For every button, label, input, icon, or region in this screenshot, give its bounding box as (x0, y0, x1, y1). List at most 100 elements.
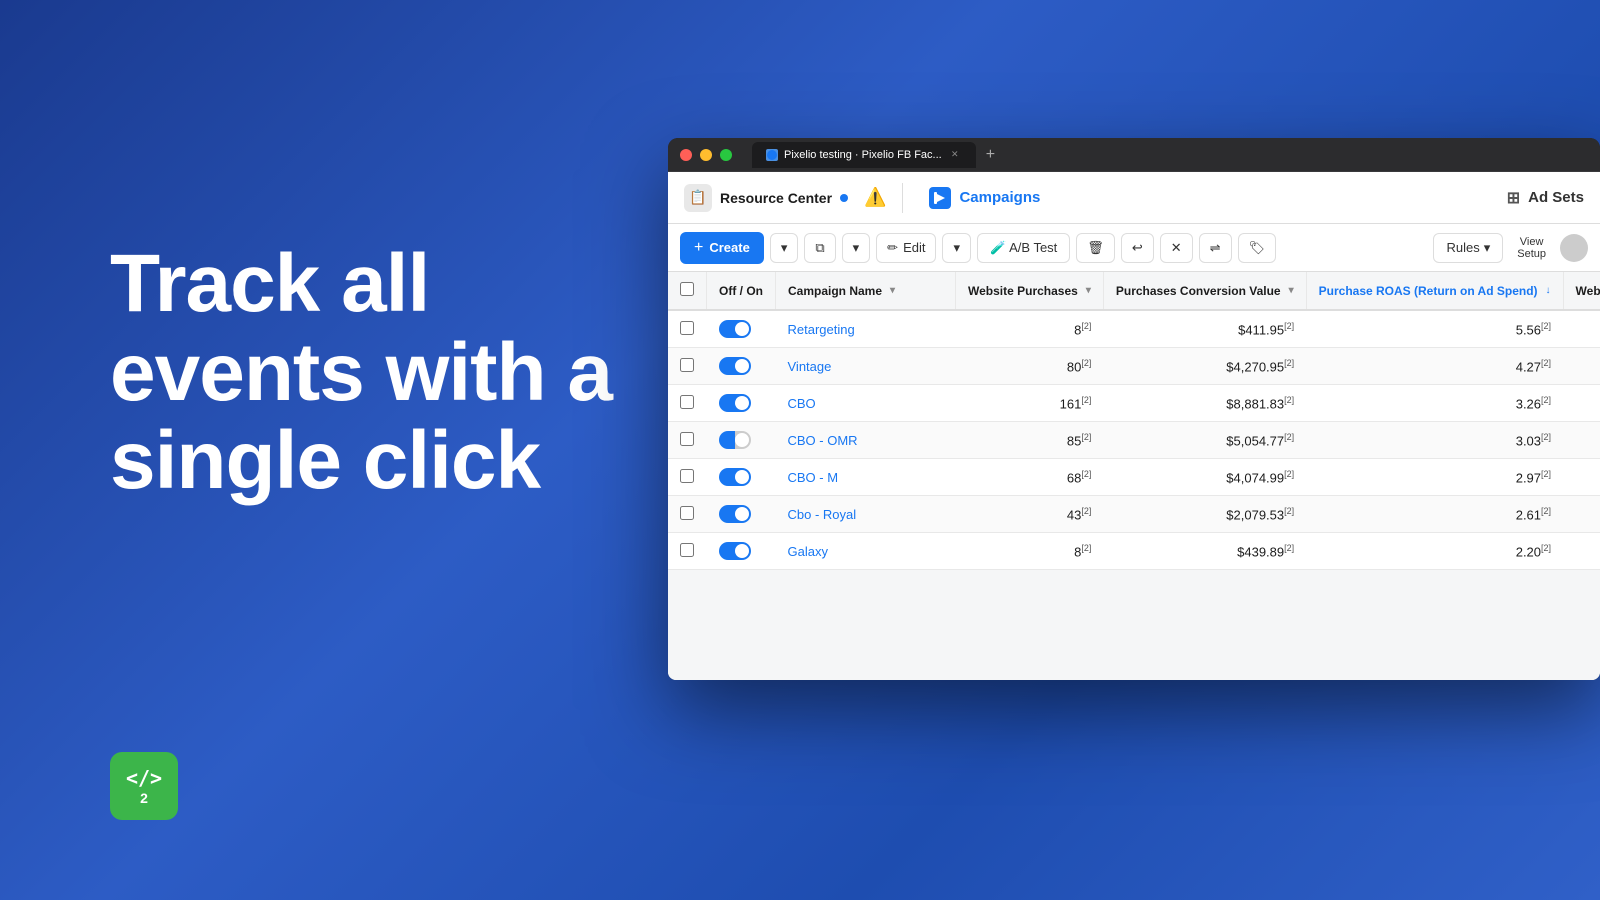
toggle-switch[interactable] (719, 320, 751, 338)
row-toggle-cell (707, 422, 776, 459)
toggle-switch[interactable] (719, 394, 751, 412)
edit-dropdown-button[interactable]: ▾ (942, 233, 971, 263)
row-toggle-cell (707, 310, 776, 348)
table-row: Vintage 80[2] $4,270.95[2] 4.27[2] $4,27 (668, 348, 1600, 385)
campaign-link[interactable]: CBO (788, 396, 816, 411)
conv-value-cell: $8,881.83[2] (1103, 385, 1306, 422)
app-content: 📋 Resource Center ⚠️ Campaigns ⊞ Ad Sets (668, 172, 1600, 680)
website-purchases-cell: 68[2] (956, 459, 1104, 496)
resource-center[interactable]: 📋 Resource Center (684, 184, 848, 212)
conv-value: $8,881.83 (1226, 396, 1284, 411)
toggle-switch[interactable] (719, 357, 751, 375)
campaigns-button[interactable]: Campaigns (919, 181, 1050, 215)
campaign-link[interactable]: CBO - M (788, 470, 839, 485)
select-all-checkbox[interactable] (680, 282, 694, 296)
header-roas[interactable]: Purchase ROAS (Return on Ad Spend) ↓ (1306, 272, 1563, 310)
campaign-link[interactable]: Retargeting (788, 322, 855, 337)
header-website-conv[interactable]: Website Purchases Conversion _ (1563, 272, 1600, 310)
new-tab-button[interactable]: + (980, 146, 1001, 164)
grid-icon: ⊞ (1507, 188, 1520, 208)
delete-button[interactable]: ✕ (1160, 233, 1193, 263)
row-checkbox[interactable] (680, 395, 694, 409)
row-checkbox-cell (668, 385, 707, 422)
tab-favicon (766, 149, 778, 161)
toggle-switch[interactable] (719, 542, 751, 560)
conv-value-cell: $5,054.77[2] (1103, 422, 1306, 459)
row-checkbox[interactable] (680, 469, 694, 483)
row-checkbox[interactable] (680, 432, 694, 446)
duplicate-button[interactable]: ⧉ (804, 233, 835, 263)
campaign-name-cell: Retargeting (776, 310, 956, 348)
more-button[interactable]: ▾ (842, 233, 871, 263)
roas-value: 2.97 (1516, 470, 1541, 485)
active-tab[interactable]: Pixelio testing · Pixelio FB Fac... ✕ (752, 142, 976, 168)
create-dropdown-button[interactable]: ▾ (770, 233, 799, 263)
conv-value-cell: $439.89[2] (1103, 533, 1306, 570)
table-body: Retargeting 8[2] $411.95[2] 5.56[2] $41 … (668, 310, 1600, 570)
campaign-link[interactable]: Vintage (788, 359, 832, 374)
conv-value-cell: $411.95[2] (1103, 310, 1306, 348)
logo-number: 2 (140, 790, 148, 806)
notification-dot (840, 194, 848, 202)
table-row: CBO 161[2] $8,881.83[2] 3.26[2] $8,88 (668, 385, 1600, 422)
minimize-button[interactable] (700, 149, 712, 161)
website-conv-cell: $43 (1563, 533, 1600, 570)
row-toggle-cell (707, 385, 776, 422)
header-website-purchases[interactable]: Website Purchases ▾ (956, 272, 1104, 310)
campaigns-table-container[interactable]: Off / On Campaign Name ▾ Website Purchas… (668, 272, 1600, 680)
conv-value: $411.95 (1238, 322, 1284, 337)
header-purchases-conversion-value[interactable]: Purchases Conversion Value ▾ (1103, 272, 1306, 310)
campaign-link[interactable]: Galaxy (788, 544, 828, 559)
user-avatar[interactable] (1560, 234, 1588, 262)
campaign-link[interactable]: CBO - OMR (788, 433, 858, 448)
website-conv-cell: $41 (1563, 310, 1600, 348)
tab-close-icon[interactable]: ✕ (948, 148, 962, 162)
row-checkbox-cell (668, 459, 707, 496)
maximize-button[interactable] (720, 149, 732, 161)
campaign-name-cell: CBO - M (776, 459, 956, 496)
conv-value-cell: $4,270.95[2] (1103, 348, 1306, 385)
view-setup-button[interactable]: View Setup (1509, 232, 1554, 264)
row-checkbox[interactable] (680, 543, 694, 557)
rules-button[interactable]: Rules ▾ (1433, 233, 1503, 263)
toggle-switch[interactable] (719, 431, 751, 449)
website-purchases-cell: 8[2] (956, 310, 1104, 348)
website-purchases-cell: 8[2] (956, 533, 1104, 570)
resource-center-icon: 📋 (684, 184, 712, 212)
edit-button[interactable]: ✏ Edit (876, 233, 936, 263)
row-toggle-cell (707, 348, 776, 385)
roas-cell: 2.20[2] (1306, 533, 1563, 570)
undo-button[interactable]: ↩ (1121, 233, 1154, 263)
row-checkbox[interactable] (680, 321, 694, 335)
header-campaign-name[interactable]: Campaign Name ▾ (776, 272, 956, 310)
chevron-down-icon4: ▾ (1484, 240, 1491, 256)
website-conv-cell: $4,07 (1563, 459, 1600, 496)
table-row: CBO - M 68[2] $4,074.99[2] 2.97[2] $4,07 (668, 459, 1600, 496)
nav-divider (902, 183, 903, 213)
roas-cell: 3.03[2] (1306, 422, 1563, 459)
purchases-value: 80 (1067, 359, 1081, 374)
headline-section: Track all events with a single click (110, 240, 650, 506)
roas-cell: 2.61[2] (1306, 496, 1563, 533)
website-purchases-cell: 43[2] (956, 496, 1104, 533)
campaign-name-cell: CBO (776, 385, 956, 422)
website-conv-cell: $8,88 (1563, 385, 1600, 422)
table-row: Galaxy 8[2] $439.89[2] 2.20[2] $43 (668, 533, 1600, 570)
create-button[interactable]: + Create (680, 232, 764, 264)
toggle-switch[interactable] (719, 505, 751, 523)
ad-sets-button[interactable]: ⊞ Ad Sets (1507, 188, 1584, 208)
trash-button[interactable]: 🗑 (1076, 233, 1115, 263)
row-checkbox[interactable] (680, 506, 694, 520)
row-checkbox[interactable] (680, 358, 694, 372)
close-button[interactable] (680, 149, 692, 161)
copy-icon: ⧉ (815, 240, 824, 256)
conv-value: $2,079.53 (1226, 507, 1284, 522)
ab-test-button[interactable]: 🧪 A/B Test (977, 233, 1070, 263)
campaign-name-cell: Galaxy (776, 533, 956, 570)
website-conv-cell: $5,05 (1563, 422, 1600, 459)
toggle-switch[interactable] (719, 468, 751, 486)
campaign-link[interactable]: Cbo - Royal (788, 507, 857, 522)
tag-button[interactable]: 🏷 (1238, 233, 1277, 263)
refresh-button[interactable]: ⇌ (1199, 233, 1232, 263)
browser-window: Pixelio testing · Pixelio FB Fac... ✕ + … (668, 138, 1600, 680)
